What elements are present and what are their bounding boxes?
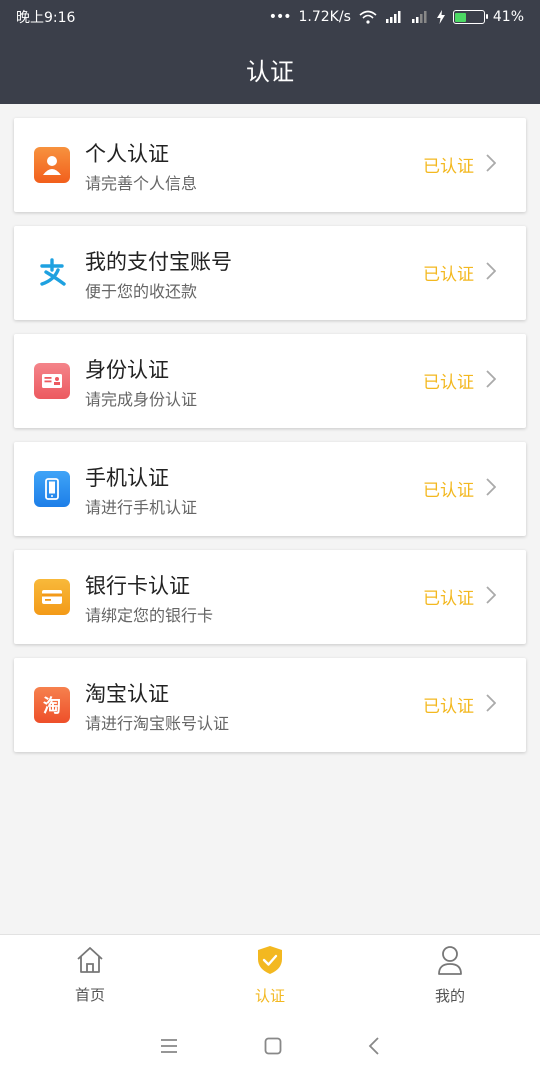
tab-label: 首页 [74,986,105,1004]
status-label: 已认证 [423,481,474,501]
user-icon [437,945,463,979]
chevron-right-icon [486,154,497,176]
card-subtitle: 请完善个人信息 [85,174,198,193]
back-icon[interactable] [368,1037,380,1059]
network-speed: 1.72K/s [298,9,351,25]
chevron-right-icon [486,262,497,284]
shield-check-icon [256,945,284,979]
personal-cert-card[interactable]: 个人认证 请完善个人信息 已认证 [14,118,526,212]
card-subtitle: 请绑定您的银行卡 [85,606,214,625]
tab-home[interactable]: 首页 [0,935,180,1016]
tab-mine[interactable]: 我的 [360,935,540,1016]
bank-card-icon [34,579,70,615]
card-subtitle: 请完成身份认证 [85,390,198,409]
status-dots: ••• [268,9,292,25]
battery-icon [452,10,488,24]
taobao-glyph: 淘 [43,696,61,717]
status-label: 已认证 [423,265,474,285]
wifi-icon [359,10,377,24]
certification-list: 个人认证 请完善个人信息 已认证 我的支付宝账号 便于您的收还款 已认证 身份认… [14,118,526,766]
phone-icon [34,471,70,507]
alipay-icon [34,255,70,291]
phone-cert-card[interactable]: 手机认证 请进行手机认证 已认证 [14,442,526,536]
signal-icon [411,11,429,23]
person-icon [34,147,70,183]
chevron-right-icon [486,370,497,392]
tab-certification[interactable]: 认证 [180,935,360,1016]
header: 认证 [0,34,540,104]
card-title: 淘宝认证 [85,682,169,706]
id-card-icon [34,363,70,399]
system-nav-bar [0,1016,540,1080]
taobao-cert-card[interactable]: 淘 淘宝认证 请进行淘宝账号认证 已认证 [14,658,526,752]
home-square-icon[interactable] [264,1037,282,1059]
menu-icon[interactable] [160,1038,178,1058]
chevron-right-icon [486,586,497,608]
page-title: 认证 [246,57,294,86]
charging-icon [436,10,445,24]
card-subtitle: 请进行淘宝账号认证 [85,714,230,733]
status-time: 晚上9:16 [16,10,76,26]
card-title: 身份认证 [85,358,169,382]
card-title: 银行卡认证 [85,574,190,598]
alipay-card[interactable]: 我的支付宝账号 便于您的收还款 已认证 [14,226,526,320]
bank-card-cert-card[interactable]: 银行卡认证 请绑定您的银行卡 已认证 [14,550,526,644]
signal-icon [385,11,403,23]
chevron-right-icon [486,478,497,500]
card-title: 手机认证 [85,466,169,490]
status-label: 已认证 [423,373,474,393]
card-title: 我的支付宝账号 [85,250,232,274]
card-subtitle: 请进行手机认证 [85,498,198,517]
identity-cert-card[interactable]: 身份认证 请完成身份认证 已认证 [14,334,526,428]
status-bar: 晚上9:16 ••• 1.72K/s 41% [0,0,540,34]
tab-label: 我的 [434,987,465,1005]
card-subtitle: 便于您的收还款 [85,282,198,301]
bottom-tab-bar: 首页 认证 我的 [0,934,540,1016]
taobao-icon: 淘 [34,687,70,723]
home-icon [75,946,105,978]
chevron-right-icon [486,694,497,716]
status-label: 已认证 [423,589,474,609]
battery-percent: 41% [492,9,524,25]
status-label: 已认证 [423,157,474,177]
status-label: 已认证 [423,697,474,717]
card-title: 个人认证 [85,142,169,166]
battery-fill [455,12,467,22]
status-right: ••• 1.72K/s 41% [269,9,524,25]
tab-label: 认证 [254,987,285,1005]
